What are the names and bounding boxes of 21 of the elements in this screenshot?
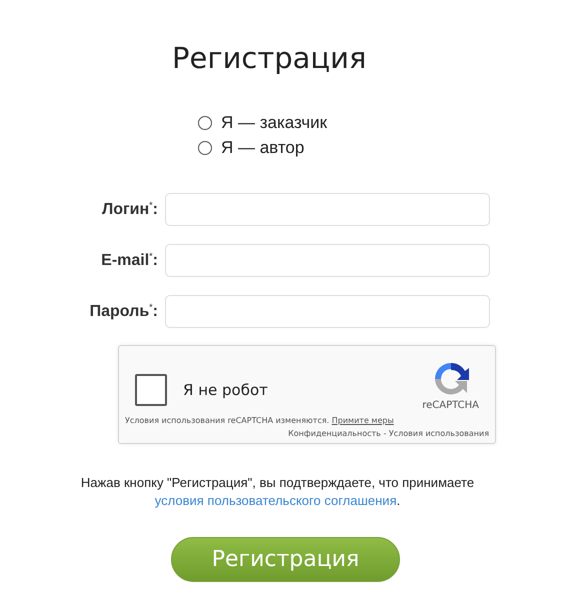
input-field[interactable] <box>165 295 490 328</box>
privacy-link[interactable]: Конфиденциальность <box>288 429 381 438</box>
consent-text: Нажав кнопку "Регистрация", вы подтверждаете, что принимаете условия пользовательского соглашения. <box>80 474 476 510</box>
agreement-link[interactable]: условия пользовательского соглашения <box>154 493 397 508</box>
input-field[interactable] <box>165 193 490 226</box>
separator: - <box>383 429 386 438</box>
captcha-checkbox[interactable] <box>135 374 167 406</box>
radio-button[interactable] <box>198 141 212 155</box>
captcha-label: Я не робот <box>183 380 268 401</box>
radio-label: Я — автор <box>221 137 304 159</box>
radio-label: Я — заказчик <box>221 112 328 134</box>
page-title: Регистрация <box>172 40 368 77</box>
field-label: Пароль$^{*}$: <box>88 301 159 322</box>
radio-button[interactable] <box>198 116 212 130</box>
field-label: E-mail$^{*}$: <box>100 250 159 270</box>
accept-link[interactable]: Примите меры <box>332 416 394 425</box>
terms-link[interactable]: Условия использования <box>388 429 489 438</box>
input-field[interactable] <box>165 244 490 277</box>
recaptcha-brand: reCAPTCHA <box>422 399 479 413</box>
field-label: Логин$^{*}$: <box>100 199 159 220</box>
captcha-notice: Условия использования reCAPTCHA изменяются. Примите меры <box>125 415 395 427</box>
